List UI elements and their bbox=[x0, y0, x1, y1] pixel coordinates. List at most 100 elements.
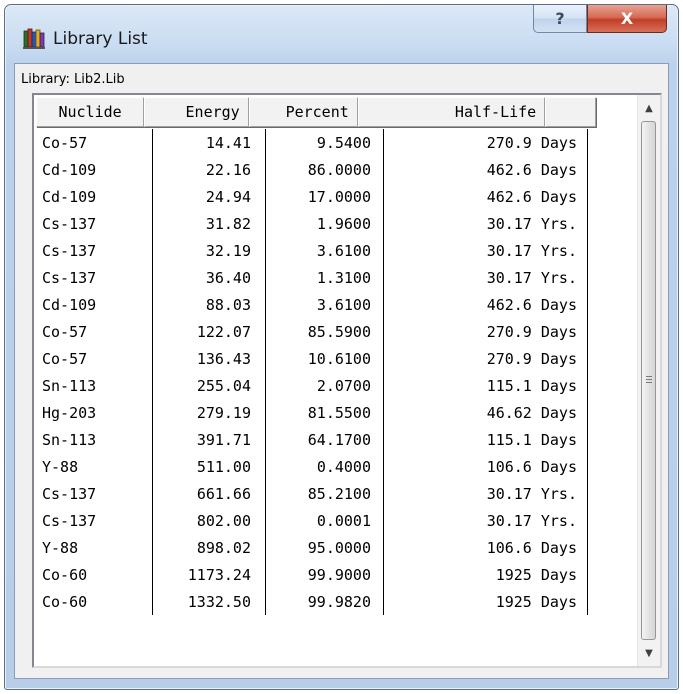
half-life-cell: 106.6 Days bbox=[384, 534, 588, 561]
nuclide-cell: Cs-137 bbox=[36, 237, 153, 264]
percent-cell: 17.0000 bbox=[266, 183, 384, 210]
percent-cell: 3.6100 bbox=[266, 291, 384, 318]
percent-cell: 99.9820 bbox=[266, 588, 384, 615]
table-row[interactable]: Co-57 136.43 10.6100 270.9 Days bbox=[36, 345, 592, 372]
half-life-cell: 270.9 Days bbox=[384, 318, 588, 345]
half-life-cell: 270.9 Days bbox=[384, 129, 588, 156]
nuclide-cell: Cd-109 bbox=[36, 183, 153, 210]
percent-cell: 81.5500 bbox=[266, 399, 384, 426]
nuclide-list[interactable]: Nuclide Energy Percent Half-Life Co-57 14… bbox=[32, 93, 662, 668]
energy-cell: 255.04 bbox=[153, 372, 266, 399]
nuclide-cell: Cs-137 bbox=[36, 210, 153, 237]
column-header-blank[interactable] bbox=[545, 97, 596, 127]
half-life-cell: 30.17 Yrs. bbox=[384, 264, 588, 291]
half-life-cell: 30.17 Yrs. bbox=[384, 480, 588, 507]
percent-cell: 99.9000 bbox=[266, 561, 384, 588]
nuclide-cell: Hg-203 bbox=[36, 399, 153, 426]
percent-cell: 3.6100 bbox=[266, 237, 384, 264]
percent-cell: 64.1700 bbox=[266, 426, 384, 453]
nuclide-cell: Cd-109 bbox=[36, 291, 153, 318]
table-row[interactable]: Cs-137 802.00 0.0001 30.17 Yrs. bbox=[36, 507, 592, 534]
energy-cell: 661.66 bbox=[153, 480, 266, 507]
energy-cell: 136.43 bbox=[153, 345, 266, 372]
energy-cell: 898.02 bbox=[153, 534, 266, 561]
grip-icon bbox=[646, 375, 652, 385]
nuclide-cell: Cs-137 bbox=[36, 264, 153, 291]
table-row[interactable]: Y-88 898.02 95.0000 106.6 Days bbox=[36, 534, 592, 561]
energy-cell: 88.03 bbox=[153, 291, 266, 318]
energy-cell: 24.94 bbox=[153, 183, 266, 210]
help-button[interactable]: ? bbox=[533, 5, 587, 33]
table-row[interactable]: Cs-137 32.19 3.6100 30.17 Yrs. bbox=[36, 237, 592, 264]
close-button[interactable]: X bbox=[587, 5, 667, 33]
column-header-half-life[interactable]: Half-Life bbox=[357, 97, 546, 127]
table-row[interactable]: Cd-109 22.16 86.0000 462.6 Days bbox=[36, 156, 592, 183]
nuclide-cell: Y-88 bbox=[36, 453, 153, 480]
half-life-cell: 30.17 Yrs. bbox=[384, 237, 588, 264]
library-label: Library: Lib2.Lib bbox=[21, 72, 125, 87]
percent-cell: 2.0700 bbox=[266, 372, 384, 399]
scroll-down-arrow-icon[interactable]: ▼ bbox=[638, 642, 660, 664]
table-row[interactable]: Y-88 511.00 0.4000 106.6 Days bbox=[36, 453, 592, 480]
table-row[interactable]: Cs-137 36.40 1.3100 30.17 Yrs. bbox=[36, 264, 592, 291]
table-row[interactable]: Co-60 1332.50 99.9820 1925 Days bbox=[36, 588, 592, 615]
half-life-cell: 1925 Days bbox=[384, 561, 588, 588]
library-list-window: Library List ? X Library: Lib2.Lib Nucli… bbox=[4, 4, 679, 690]
nuclide-cell: Cs-137 bbox=[36, 507, 153, 534]
table-row[interactable]: Co-60 1173.24 99.9000 1925 Days bbox=[36, 561, 592, 588]
nuclide-cell: Co-57 bbox=[36, 345, 153, 372]
nuclide-cell: Cs-137 bbox=[36, 480, 153, 507]
percent-cell: 9.5400 bbox=[266, 129, 384, 156]
percent-cell: 86.0000 bbox=[266, 156, 384, 183]
table-row[interactable]: Cd-109 24.94 17.0000 462.6 Days bbox=[36, 183, 592, 210]
percent-cell: 10.6100 bbox=[266, 345, 384, 372]
energy-cell: 36.40 bbox=[153, 264, 266, 291]
energy-cell: 122.07 bbox=[153, 318, 266, 345]
percent-cell: 95.0000 bbox=[266, 534, 384, 561]
percent-cell: 1.9600 bbox=[266, 210, 384, 237]
energy-cell: 391.71 bbox=[153, 426, 266, 453]
table-row[interactable]: Sn-113 255.04 2.0700 115.1 Days bbox=[36, 372, 592, 399]
nuclide-cell: Sn-113 bbox=[36, 426, 153, 453]
percent-cell: 0.4000 bbox=[266, 453, 384, 480]
nuclide-cell: Sn-113 bbox=[36, 372, 153, 399]
window-title: Library List bbox=[53, 29, 148, 49]
energy-cell: 802.00 bbox=[153, 507, 266, 534]
half-life-cell: 115.1 Days bbox=[384, 372, 588, 399]
half-life-cell: 46.62 Days bbox=[384, 399, 588, 426]
nuclide-cell: Co-60 bbox=[36, 588, 153, 615]
nuclide-cell: Cd-109 bbox=[36, 156, 153, 183]
close-icon: X bbox=[620, 9, 634, 28]
vertical-scrollbar[interactable]: ▲ ▼ bbox=[637, 95, 660, 666]
column-header-nuclide[interactable]: Nuclide bbox=[36, 97, 145, 127]
table-row[interactable]: Co-57 122.07 85.5900 270.9 Days bbox=[36, 318, 592, 345]
energy-cell: 32.19 bbox=[153, 237, 266, 264]
energy-cell: 22.16 bbox=[153, 156, 266, 183]
column-header-energy[interactable]: Energy bbox=[144, 97, 249, 127]
energy-cell: 14.41 bbox=[153, 129, 266, 156]
table-row[interactable]: Hg-203 279.19 81.5500 46.62 Days bbox=[36, 399, 592, 426]
scroll-thumb[interactable] bbox=[641, 121, 656, 640]
list-rows: Co-57 14.41 9.5400 270.9 Days Cd-109 22.16 86.… bbox=[36, 129, 592, 615]
energy-cell: 279.19 bbox=[153, 399, 266, 426]
energy-cell: 1173.24 bbox=[153, 561, 266, 588]
help-icon: ? bbox=[555, 9, 565, 28]
table-row[interactable]: Cs-137 661.66 85.2100 30.17 Yrs. bbox=[36, 480, 592, 507]
percent-cell: 85.2100 bbox=[266, 480, 384, 507]
books-icon bbox=[23, 28, 45, 49]
table-row[interactable]: Cs-137 31.82 1.9600 30.17 Yrs. bbox=[36, 210, 592, 237]
percent-cell: 0.0001 bbox=[266, 507, 384, 534]
title-bar[interactable]: Library List ? X bbox=[5, 5, 678, 63]
half-life-cell: 106.6 Days bbox=[384, 453, 588, 480]
percent-cell: 1.3100 bbox=[266, 264, 384, 291]
table-row[interactable]: Cd-109 88.03 3.6100 462.6 Days bbox=[36, 291, 592, 318]
half-life-cell: 462.6 Days bbox=[384, 291, 588, 318]
table-row[interactable]: Co-57 14.41 9.5400 270.9 Days bbox=[36, 129, 592, 156]
energy-cell: 31.82 bbox=[153, 210, 266, 237]
list-header: Nuclide Energy Percent Half-Life bbox=[36, 97, 596, 127]
half-life-cell: 462.6 Days bbox=[384, 156, 588, 183]
table-row[interactable]: Sn-113 391.71 64.1700 115.1 Days bbox=[36, 426, 592, 453]
nuclide-cell: Co-60 bbox=[36, 561, 153, 588]
scroll-up-arrow-icon[interactable]: ▲ bbox=[638, 97, 660, 119]
column-header-percent[interactable]: Percent bbox=[248, 97, 358, 127]
